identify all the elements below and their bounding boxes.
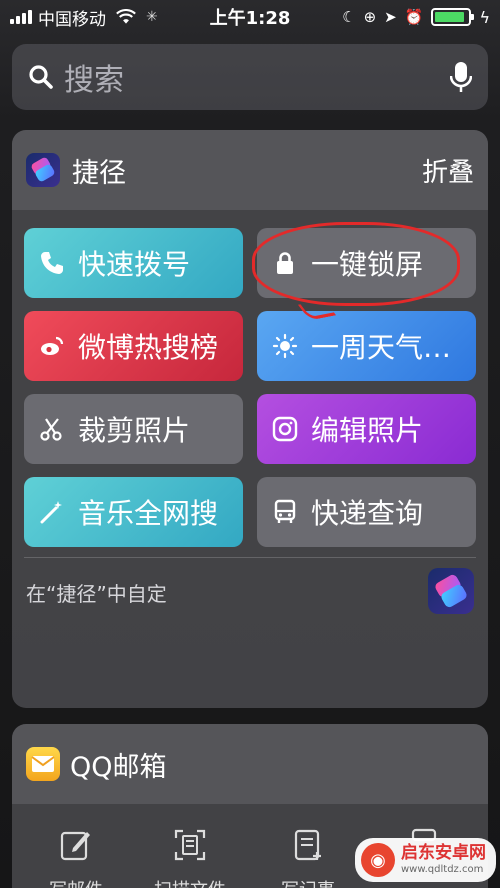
watermark-url: www.qdltdz.com [401,864,484,875]
compose-icon [60,831,90,861]
write-note-button[interactable]: 写记事 [268,828,348,888]
alarm-icon: ⏰ [404,8,424,26]
compose-mail-button[interactable]: 写邮件 [36,828,116,888]
magic-wand-icon [38,498,66,526]
search-placeholder[interactable]: 搜索 [64,55,450,99]
shortcut-label: 快递查询 [311,497,424,530]
phone-icon [38,249,66,277]
qq-mail-widget-header: QQ邮箱 [12,724,488,804]
shortcut-label: 裁剪照片 [78,414,191,447]
widget-title: QQ邮箱 [70,751,167,783]
clock: 上午1:28 [209,8,291,29]
note-icon [294,829,321,861]
location-icon: ➤ [384,8,397,26]
shortcut-weekly-weather[interactable]: 一周天气… [257,311,476,381]
activity-spinner-icon: ✳ [146,9,158,25]
shortcut-music-search[interactable]: 音乐全网搜 [24,477,243,547]
carrier-name: 中国移动 [38,9,106,30]
action-label: 写记事 [268,876,348,888]
action-label: 扫描文件 [150,876,230,888]
shortcut-package-tracking[interactable]: 快递查询 [257,477,476,547]
customize-in-shortcuts-link[interactable]: 在“捷径”中自定 [26,578,167,607]
watermark-title: 启东安卓网 [401,843,486,863]
shortcut-label: 微博热搜榜 [78,331,219,364]
site-watermark: ◉ 启东安卓网 www.qdltdz.com [355,838,496,882]
action-label: 写邮件 [36,876,116,888]
shortcuts-app-icon [26,153,60,187]
charging-icon: ϟ [479,7,490,27]
shortcuts-widget: 捷径 折叠 快速拨号 一键锁屏 微博热搜榜 一周天气… 裁剪照片 编辑照片 音乐… [12,130,488,708]
wifi-icon [116,9,136,24]
shortcut-edit-photo[interactable]: 编辑照片 [257,394,476,464]
shortcut-label: 音乐全网搜 [78,497,219,530]
status-bar: 中国移动 ✳ 上午1:28 ☾ ⊕ ➤ ⏰ ϟ [0,0,500,34]
shortcut-weibo-trending[interactable]: 微博热搜榜 [24,311,243,381]
signal-strength-icon [10,10,32,24]
widget-title: 捷径 [72,157,126,189]
scan-file-button[interactable]: 扫描文件 [150,828,230,888]
scan-icon [174,829,206,861]
orientation-lock-icon: ⊕ [363,8,377,26]
weibo-icon [38,332,66,360]
shortcuts-widget-header: 捷径 折叠 [12,130,488,210]
shortcut-label: 编辑照片 [311,414,424,447]
battery-icon [431,8,475,26]
shortcut-label: 一周天气… [311,331,452,364]
divider [24,557,476,558]
microphone-icon[interactable] [450,61,472,93]
watermark-logo-icon: ◉ [361,843,395,877]
sun-icon [271,332,299,360]
shortcut-quick-dial[interactable]: 快速拨号 [24,228,243,298]
qq-mail-app-icon [26,747,60,781]
shortcuts-app-icon[interactable] [428,568,474,614]
instagram-icon [271,415,299,443]
battery-fill [435,12,465,22]
shortcut-label: 快速拨号 [78,248,191,281]
search-icon [28,64,54,90]
red-circle-annotation [252,222,460,306]
bus-icon [271,498,299,526]
collapse-button[interactable]: 折叠 [422,152,474,189]
shortcut-crop-photo[interactable]: 裁剪照片 [24,394,243,464]
scissors-icon [38,415,66,443]
do-not-disturb-icon: ☾ [342,8,356,26]
status-indicators: ☾ ⊕ ➤ ⏰ ϟ [342,0,490,34]
search-bar[interactable]: 搜索 [12,44,488,110]
